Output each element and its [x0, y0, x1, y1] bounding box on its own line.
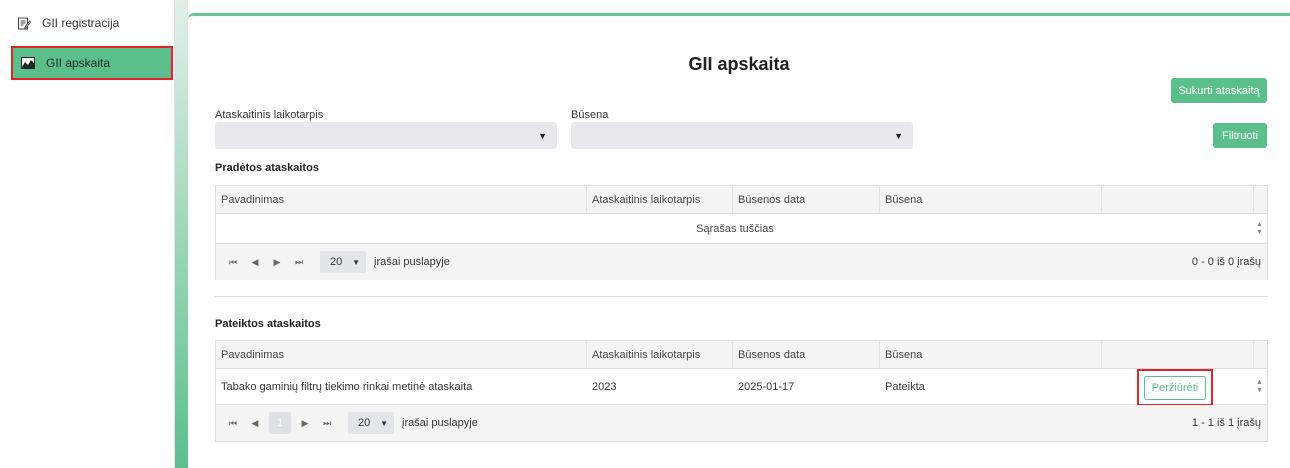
scroll-down-icon[interactable]: ▼: [1256, 387, 1263, 395]
submitted-reports-table: Pavadinimas Ataskaitinis laikotarpis Būs…: [215, 340, 1268, 442]
page-size-select[interactable]: 20 ▼: [320, 251, 366, 273]
cell-date: 2025-01-17: [738, 381, 795, 393]
sidebar: GII registracija GII apskaita: [0, 0, 175, 468]
view-report-button[interactable]: Peržiūrėti: [1144, 375, 1206, 400]
page-title: GII apskaita: [688, 54, 790, 74]
page-number-button[interactable]: 1: [269, 412, 291, 434]
cell-period: 2023: [592, 381, 617, 393]
section-divider: [215, 296, 1268, 297]
scroll-up-icon[interactable]: ▲: [1256, 379, 1263, 387]
started-reports-table: Pavadinimas Ataskaitinis laikotarpis Būs…: [215, 185, 1268, 280]
chevron-down-icon: ▼: [894, 130, 903, 141]
status-filter-label: Būsena: [571, 109, 609, 121]
column-header-status[interactable]: Būsena: [880, 186, 1102, 214]
sidebar-item-gii-registracija[interactable]: GII registracija: [9, 8, 173, 38]
pager-info: 1 - 1 iš 1 įrašų: [1191, 417, 1261, 429]
create-report-button[interactable]: Sukurti ataskaitą: [1171, 78, 1267, 103]
page-size-value: 20: [358, 417, 371, 429]
cell-status: Pateikta: [885, 381, 925, 393]
next-page-icon[interactable]: ▶: [294, 418, 316, 429]
sidebar-divider-strip: [175, 0, 188, 468]
scroll-down-icon[interactable]: ▼: [1256, 229, 1263, 237]
main-panel: GII apskaita Sukurti ataskaitą Filtruoti…: [188, 13, 1290, 468]
cell-name: Tabako gaminių filtrų tiekimo rinkai met…: [221, 381, 473, 393]
chart-icon: [21, 56, 35, 70]
empty-row: Sąrašas tuščias ▲ ▼: [216, 214, 1267, 244]
status-select[interactable]: ▼: [571, 122, 913, 149]
period-filter-label: Ataskaitinis laikotarpis: [215, 109, 324, 121]
prev-page-icon[interactable]: ◀: [244, 257, 266, 268]
submitted-reports-title: Pateiktos ataskaitos: [215, 318, 321, 330]
column-header-actions: [1102, 186, 1254, 214]
period-select[interactable]: ▼: [215, 122, 557, 149]
column-header-period[interactable]: Ataskaitinis laikotarpis: [587, 186, 733, 214]
column-header-name[interactable]: Pavadinimas: [216, 341, 587, 369]
column-header-status[interactable]: Būsena: [880, 341, 1102, 369]
table-header: Pavadinimas Ataskaitinis laikotarpis Būs…: [216, 186, 1267, 214]
first-page-icon[interactable]: ⏮: [222, 418, 244, 429]
pager: ⏮ ◀ 1 ▶ ⏭ 20 ▼ įrašai puslapyje 1 - 1 iš…: [216, 405, 1267, 441]
page-size-select[interactable]: 20 ▼: [348, 412, 394, 434]
pager-info: 0 - 0 iš 0 įrašų: [1191, 256, 1261, 268]
view-button-highlight: Peržiūrėti: [1137, 369, 1213, 406]
column-header-date[interactable]: Būsenos data: [733, 186, 880, 214]
column-header-name[interactable]: Pavadinimas: [216, 186, 587, 214]
last-page-icon[interactable]: ⏭: [288, 257, 310, 268]
next-page-icon[interactable]: ▶: [266, 257, 288, 268]
filter-button[interactable]: Filtruoti: [1213, 123, 1267, 148]
column-header-date[interactable]: Būsenos data: [733, 341, 880, 369]
scrollbar[interactable]: ▲ ▼: [1252, 373, 1267, 401]
per-page-label: įrašai puslapyje: [402, 417, 478, 429]
pager: ⏮ ◀ ▶ ⏭ 20 ▼ įrašai puslapyje 0 - 0 iš 0…: [216, 244, 1267, 280]
table-row: Tabako gaminių filtrų tiekimo rinkai met…: [216, 369, 1267, 406]
column-header-period[interactable]: Ataskaitinis laikotarpis: [587, 341, 733, 369]
empty-message: Sąrašas tuščias: [696, 223, 774, 235]
column-header-actions: [1102, 341, 1254, 369]
chevron-down-icon: ▼: [538, 130, 547, 141]
chevron-down-icon: ▼: [352, 257, 360, 267]
sidebar-item-gii-apskaita[interactable]: GII apskaita: [11, 46, 173, 80]
started-reports-title: Pradėtos ataskaitos: [215, 162, 319, 174]
scrollbar[interactable]: ▲ ▼: [1252, 216, 1267, 242]
last-page-icon[interactable]: ⏭: [316, 418, 338, 429]
table-header: Pavadinimas Ataskaitinis laikotarpis Būs…: [216, 341, 1267, 369]
prev-page-icon[interactable]: ◀: [244, 418, 266, 429]
first-page-icon[interactable]: ⏮: [222, 257, 244, 268]
scroll-up-icon[interactable]: ▲: [1256, 221, 1263, 229]
per-page-label: įrašai puslapyje: [374, 256, 450, 268]
sidebar-item-label: GII apskaita: [46, 56, 111, 70]
sidebar-item-label: GII registracija: [42, 16, 120, 30]
page-size-value: 20: [330, 256, 343, 268]
chevron-down-icon: ▼: [380, 418, 388, 428]
edit-document-icon: [17, 16, 31, 30]
